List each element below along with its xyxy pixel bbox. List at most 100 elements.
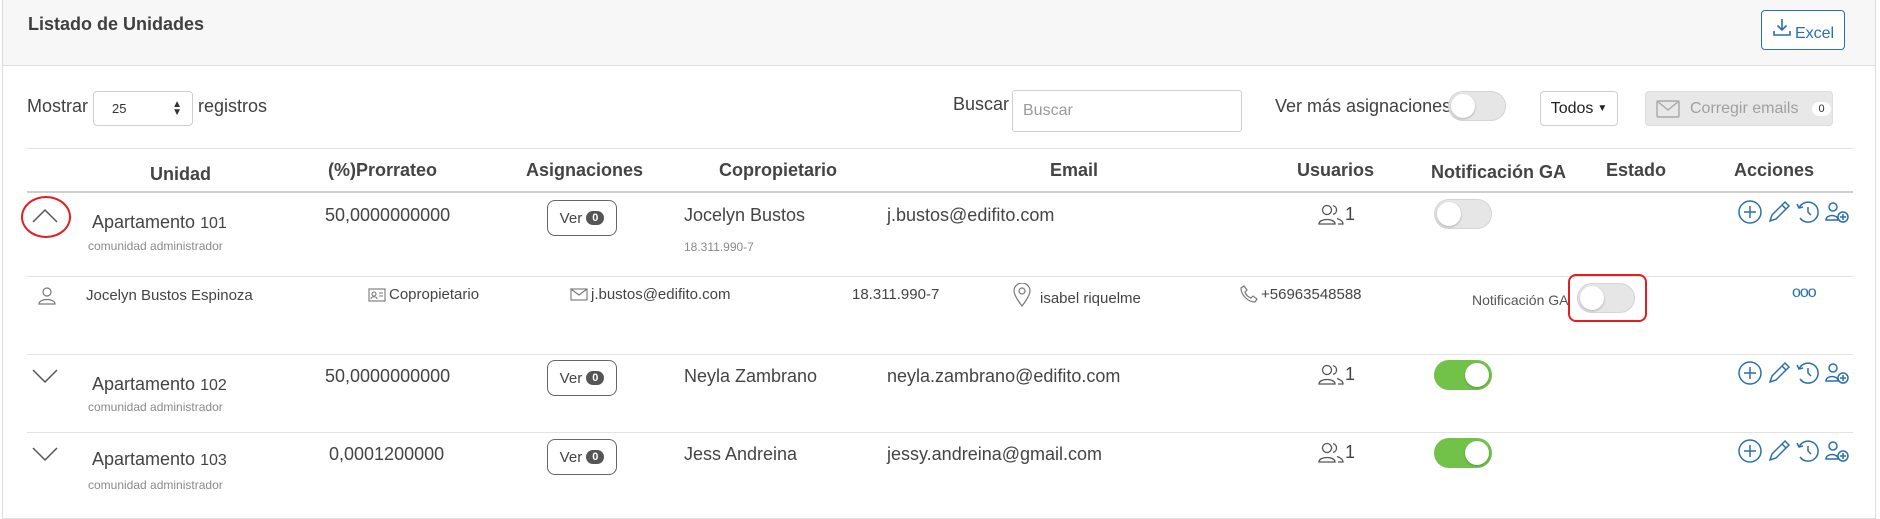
filter-label: Todos — [1550, 99, 1594, 117]
notification-ga-toggle[interactable] — [1434, 199, 1492, 229]
pencil-icon[interactable] — [1766, 360, 1792, 386]
detail-email: j.bustos@edifito.com — [570, 286, 730, 303]
col-header-notificacion[interactable]: Notificación GA — [1431, 162, 1566, 183]
prorrateo-value: 50,0000000000 — [325, 205, 451, 225]
detail-location: isabel riquelme — [1013, 282, 1141, 307]
users-count[interactable]: 1 — [1318, 363, 1355, 385]
more-assignments-toggle[interactable] — [1448, 91, 1506, 121]
notification-ga-toggle[interactable] — [1434, 360, 1492, 390]
detail-name: Jocelyn Bustos Espinoza — [86, 287, 253, 304]
toggle-knob — [1451, 94, 1475, 118]
pencil-icon[interactable] — [1766, 438, 1792, 464]
phone-icon — [1240, 285, 1258, 303]
highlight-circle — [21, 196, 71, 238]
records-label: registros — [198, 96, 268, 116]
user-add-icon[interactable] — [1824, 360, 1850, 386]
col-header-acciones: Acciones — [1734, 160, 1815, 180]
fix-emails-count: 0 — [1812, 101, 1831, 116]
divider — [27, 191, 1853, 193]
pencil-icon[interactable] — [1766, 199, 1792, 225]
excel-label: Excel — [1794, 25, 1835, 42]
unit-name: Apartamento 102 — [92, 374, 227, 394]
more-assignments-label: Ver más asignaciones — [1275, 96, 1452, 116]
more-options-icon[interactable]: ooo — [1792, 284, 1817, 302]
caret-down-icon: ▼ — [1597, 103, 1608, 114]
unit-sub: comunidad administrador — [88, 239, 223, 253]
user-add-icon[interactable] — [1824, 199, 1850, 225]
col-header-email[interactable]: Email — [1050, 160, 1098, 181]
search-label: Buscar — [953, 94, 1010, 114]
users-count[interactable]: 1 — [1318, 441, 1355, 463]
unit-name: Apartamento 103 — [92, 449, 227, 469]
prorrateo-value: 0,0001200000 — [329, 444, 445, 464]
history-icon[interactable] — [1795, 360, 1821, 386]
toggle-knob — [1465, 363, 1489, 387]
unit-name: Apartamento 101 — [92, 212, 227, 232]
detail-phone: +56963548588 — [1240, 285, 1362, 303]
chevron-down-icon[interactable] — [32, 446, 58, 462]
page-title: Listado de Unidades — [28, 14, 205, 34]
users-icon — [1318, 442, 1344, 463]
ver-assignments-button[interactable]: Ver 0 — [547, 200, 617, 236]
notification-ga-toggle[interactable] — [1434, 438, 1492, 468]
col-header-usuarios[interactable]: Usuarios — [1297, 160, 1374, 181]
card-header: Listado de Unidades Excel — [3, 0, 1875, 66]
highlight-box — [1568, 274, 1647, 322]
col-header-asignaciones[interactable]: Asignaciones — [526, 160, 643, 181]
row-actions — [1737, 199, 1850, 225]
id-card-icon — [368, 287, 386, 302]
page-size-select[interactable]: 25 ▲ ▼ — [93, 91, 193, 126]
col-header-unidad[interactable]: Unidad — [150, 164, 211, 185]
sort-caret-icon: ▲ ▼ — [172, 99, 182, 118]
ver-assignments-button[interactable]: Ver 0 — [547, 439, 617, 475]
divider — [27, 354, 1853, 355]
col-header-copropietario[interactable]: Copropietario — [719, 160, 837, 181]
fix-emails-button[interactable]: Corregir emails 0 — [1645, 91, 1833, 126]
detail-role: Copropietario — [368, 286, 479, 303]
divider — [27, 148, 1853, 149]
units-card: Listado de Unidades Excel — [2, 0, 1876, 519]
page-size-value: 25 — [112, 101, 127, 116]
owner-name: Jess Andreina — [684, 444, 798, 464]
excel-export-button[interactable]: Excel — [1761, 10, 1845, 50]
show-label: Mostrar — [27, 96, 89, 116]
users-count[interactable]: 1 — [1318, 203, 1355, 225]
row-actions — [1737, 360, 1850, 386]
owner-email: jessy.andreina@gmail.com — [887, 444, 1103, 464]
unit-sub: comunidad administrador — [88, 478, 223, 492]
col-header-estado[interactable]: Estado — [1606, 160, 1666, 181]
user-add-icon[interactable] — [1824, 438, 1850, 464]
owner-name: Neyla Zambrano — [684, 366, 818, 386]
fix-emails-label: Corregir emails — [1690, 99, 1799, 117]
download-icon — [1773, 19, 1791, 36]
add-circle-icon[interactable] — [1737, 199, 1763, 225]
detail-notif-label: Notificación GA — [1472, 292, 1569, 308]
ver-assignments-button[interactable]: Ver 0 — [547, 360, 617, 396]
detail-person-icon-cell — [38, 287, 56, 305]
row-actions — [1737, 438, 1850, 464]
history-icon[interactable] — [1795, 199, 1821, 225]
unit-sub: comunidad administrador — [88, 400, 223, 414]
owner-email: neyla.zambrano@edifito.com — [887, 366, 1121, 386]
add-circle-icon[interactable] — [1737, 360, 1763, 386]
chevron-down-icon[interactable] — [32, 368, 58, 384]
owner-email: j.bustos@edifito.com — [887, 205, 1055, 225]
envelope-icon — [1656, 99, 1680, 118]
filter-dropdown[interactable]: Todos ▼ — [1540, 91, 1618, 126]
divider — [27, 432, 1853, 433]
toggle-knob — [1465, 441, 1489, 465]
detail-rut: 18.311.990-7 — [852, 286, 940, 303]
history-icon[interactable] — [1795, 438, 1821, 464]
prorrateo-value: 50,0000000000 — [325, 366, 451, 386]
users-icon — [1318, 204, 1344, 225]
col-header-prorrateo[interactable]: (%)Prorrateo — [328, 160, 437, 181]
search-input[interactable]: Buscar — [1012, 90, 1242, 132]
toggle-knob — [1437, 202, 1461, 226]
add-circle-icon[interactable] — [1737, 438, 1763, 464]
users-icon — [1318, 364, 1344, 385]
person-icon — [38, 287, 56, 305]
envelope-icon — [570, 288, 588, 301]
map-pin-icon — [1013, 282, 1031, 307]
owner-name: Jocelyn Bustos — [684, 205, 806, 225]
owner-id: 18.311.990-7 — [684, 240, 754, 254]
